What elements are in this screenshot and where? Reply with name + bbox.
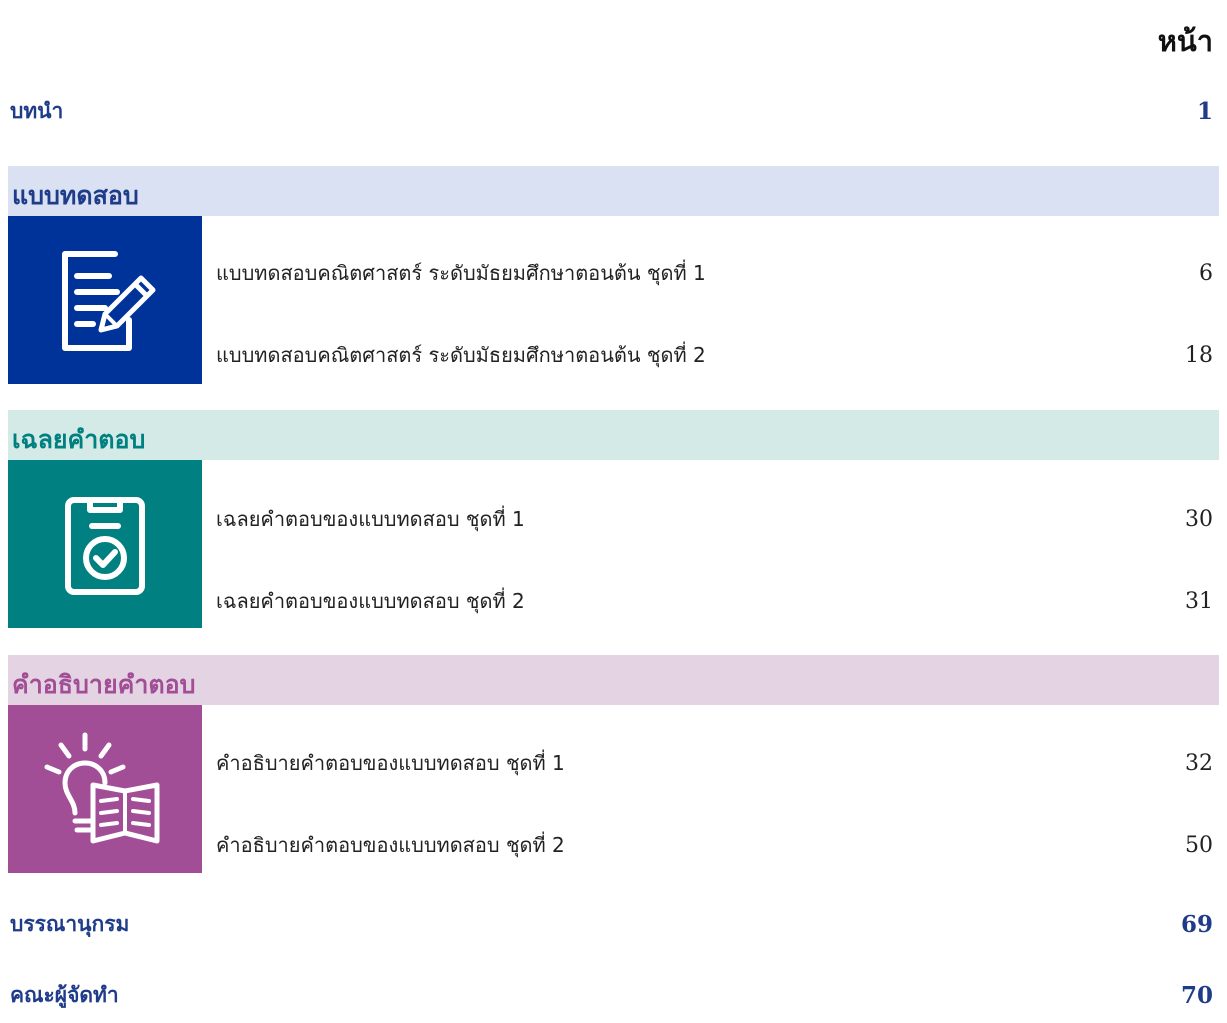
- toc-entry-page: 69: [1180, 910, 1213, 938]
- section-icon-box-tests: [8, 216, 202, 384]
- toc-entry-label: เฉลยคำตอบของแบบทดสอบ ชุดที่ 2: [216, 589, 525, 613]
- toc-entry[interactable]: คำอธิบายคำตอบของแบบทดสอบ ชุดที่ 1 32: [216, 746, 1213, 780]
- toc-entry-label: คำอธิบายคำตอบของแบบทดสอบ ชุดที่ 2: [216, 833, 565, 857]
- section-header-explanations: คำอธิบายคำตอบ: [8, 655, 1219, 705]
- clipboard-check-icon: [65, 497, 145, 595]
- section-header-answers: เฉลยคำตอบ: [8, 410, 1219, 460]
- toc-entry-page: 30: [1185, 506, 1213, 532]
- toc-entry-label: แบบทดสอบคณิตศาสตร์ ระดับมัธยมศึกษาตอนต้น…: [216, 343, 706, 367]
- toc-entry-page: 31: [1185, 588, 1213, 614]
- toc-entry[interactable]: เฉลยคำตอบของแบบทดสอบ ชุดที่ 1 30: [216, 502, 1213, 536]
- toc-entry-label: บรรณานุกรม: [10, 911, 130, 936]
- toc-entry-page: 32: [1185, 750, 1213, 776]
- toc-entry-intro[interactable]: บทนำ 1: [10, 91, 1213, 131]
- toc-entry-label: บทนำ: [10, 98, 64, 123]
- toc-entry-page: 18: [1185, 342, 1213, 368]
- page-column-header: หน้า: [1157, 24, 1213, 58]
- toc-entry-page: 1: [1196, 97, 1213, 125]
- toc-entry-page: 50: [1185, 832, 1213, 858]
- section-title: เฉลยคำตอบ: [12, 425, 146, 454]
- section-header-tests: แบบทดสอบ: [8, 166, 1219, 216]
- toc-entry-page: 6: [1199, 260, 1213, 286]
- toc-entry[interactable]: แบบทดสอบคณิตศาสตร์ ระดับมัธยมศึกษาตอนต้น…: [216, 256, 1213, 290]
- section-icon-box-answers: [8, 460, 202, 628]
- toc-entry-authors[interactable]: คณะผู้จัดทำ 70: [10, 975, 1213, 1015]
- toc-entry[interactable]: แบบทดสอบคณิตศาสตร์ ระดับมัธยมศึกษาตอนต้น…: [216, 338, 1213, 372]
- section-icon-box-explanations: [8, 705, 202, 873]
- toc-entry-page: 70: [1180, 981, 1213, 1009]
- toc-entry-label: เฉลยคำตอบของแบบทดสอบ ชุดที่ 1: [216, 507, 525, 531]
- toc-entry-bibliography[interactable]: บรรณานุกรม 69: [10, 904, 1213, 944]
- section-title: คำอธิบายคำตอบ: [12, 670, 196, 699]
- test-paper-pencil-icon: [62, 251, 156, 351]
- toc-entry[interactable]: คำอธิบายคำตอบของแบบทดสอบ ชุดที่ 2 50: [216, 828, 1213, 862]
- toc-entry-label: คำอธิบายคำตอบของแบบทดสอบ ชุดที่ 1: [216, 751, 565, 775]
- lightbulb-book-icon: [44, 732, 160, 844]
- toc-entry[interactable]: เฉลยคำตอบของแบบทดสอบ ชุดที่ 2 31: [216, 584, 1213, 618]
- toc-entry-label: คณะผู้จัดทำ: [10, 982, 119, 1007]
- toc-entry-label: แบบทดสอบคณิตศาสตร์ ระดับมัธยมศึกษาตอนต้น…: [216, 261, 706, 285]
- section-title: แบบทดสอบ: [12, 181, 139, 210]
